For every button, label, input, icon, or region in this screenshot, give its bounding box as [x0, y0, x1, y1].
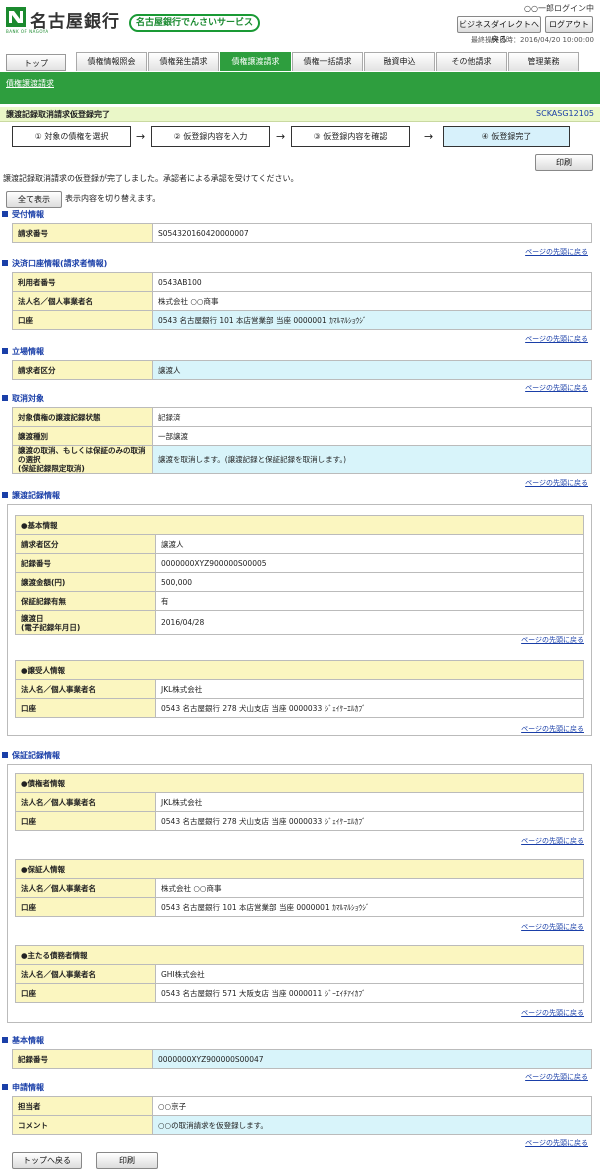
main-nav: トップ 債権情報照会 債権発生請求 債権譲渡請求 債権一括請求 融資申込 その他…: [0, 52, 600, 72]
step-arrow-icon: →: [276, 130, 286, 143]
tab-bulk[interactable]: 債権一括請求: [292, 52, 363, 71]
section-account: 決済口座情報(請求者情報): [2, 258, 107, 269]
section-transfer: 譲渡記録情報: [2, 490, 60, 501]
logout-button[interactable]: ログアウト: [545, 16, 593, 33]
section-request: 申請情報: [2, 1082, 44, 1093]
user-status: ○○一郎ログイン中: [524, 4, 594, 13]
section-cancel: 取消対象: [2, 393, 44, 404]
step-arrow-icon: →: [136, 130, 146, 143]
page-top-link[interactable]: ページの先頭に戻る: [521, 724, 584, 734]
complete-message: 譲渡記録取消請求の仮登録が完了しました。承認者による承認を受けてください。: [3, 174, 299, 183]
page-title: 譲渡記録取消請求仮登録完了: [6, 110, 110, 119]
page-top-link[interactable]: ページの先頭に戻る: [525, 383, 588, 393]
screen-id: SCKASG12105: [536, 109, 594, 118]
last-operation: 最終操作日時：2016/04/20 10:00:00: [470, 36, 594, 44]
back-top-button[interactable]: トップへ戻る: [12, 1152, 82, 1169]
service-name: 名古屋銀行でんさいサービス: [129, 14, 260, 32]
request-table: 担当者 ○○京子 コメント ○○の取消請求を仮登録します。: [12, 1096, 592, 1135]
page-top-link[interactable]: ページの先頭に戻る: [525, 1072, 588, 1082]
step-arrow-icon: →: [424, 130, 434, 143]
cancel-table: 対象債権の譲渡記録状態 記録済 譲渡種別 一部譲渡 譲渡の取消、もしくは保証のみの取…: [12, 407, 592, 474]
page-top-link[interactable]: ページの先頭に戻る: [521, 836, 584, 846]
transfer-basic-table: ●基本情報 請求者区分 譲渡人 記録番号 0000000XYZ900000S0000…: [15, 515, 584, 635]
position-table: 請求者区分 譲渡人: [12, 360, 592, 380]
sub-nav: 債権譲渡請求: [0, 72, 600, 104]
page-title-bar: 譲渡記録取消請求仮登録完了 SCKASG12105: [0, 107, 600, 122]
guarantee-creditor-table: ●債権者情報 法人名／個人事業者名 JKL株式会社 口座 0543 名古屋銀行 27…: [15, 773, 584, 831]
section-receipt: 受付情報: [2, 209, 44, 220]
business-direct-button[interactable]: ビジネスダイレクトへ戻る: [457, 16, 541, 44]
bank-name: 名古屋銀行: [30, 12, 120, 32]
page-top-link[interactable]: ページの先頭に戻る: [525, 334, 588, 344]
account-table: 利用者番号 0543AB100 法人名／個人事業者名 株式会社 ○○商事 口座 054…: [12, 272, 592, 330]
page-top-link[interactable]: ページの先頭に戻る: [521, 635, 584, 645]
show-all-button[interactable]: 全て表示: [6, 191, 62, 208]
tab-transfer[interactable]: 債権譲渡請求: [220, 52, 291, 71]
page-top-link[interactable]: ページの先頭に戻る: [521, 1008, 584, 1018]
tab-inquiry[interactable]: 債権情報照会: [76, 52, 147, 71]
bank-logo-icon: [6, 7, 26, 27]
section-guarantee: 保証記録情報: [2, 750, 60, 761]
tab-admin[interactable]: 管理業務: [508, 52, 579, 71]
guarantee-box: ●債権者情報 法人名／個人事業者名 JKL株式会社 口座 0543 名古屋銀行 27…: [7, 764, 592, 1023]
page-top-link[interactable]: ページの先頭に戻る: [521, 922, 584, 932]
tab-other[interactable]: その他請求: [436, 52, 507, 71]
print-button-bottom[interactable]: 印刷: [96, 1152, 158, 1169]
transfer-receiver-table: ●譲受人情報 法人名／個人事業者名 JKL株式会社 口座 0543 名古屋銀行 27…: [15, 660, 584, 718]
step-1: ① 対象の債権を選択: [12, 126, 131, 147]
page-top-link[interactable]: ページの先頭に戻る: [525, 478, 588, 488]
top-tab[interactable]: トップ: [6, 54, 66, 71]
step-4: ④ 仮登録完了: [443, 126, 570, 147]
guarantee-main-table: ●主たる債務者情報 法人名／個人事業者名 GHI株式会社 口座 0543 名古屋銀行…: [15, 945, 584, 1003]
tab-issue[interactable]: 債権発生請求: [148, 52, 219, 71]
header: BANK OF NAGOYA 名古屋銀行 名古屋銀行でんさいサービス ○○一郎ロ…: [0, 0, 600, 44]
print-button[interactable]: 印刷: [535, 154, 593, 171]
page-top-link[interactable]: ページの先頭に戻る: [525, 1138, 588, 1148]
receipt-table: 請求番号 S054320160420000007: [12, 223, 592, 243]
toggle-text: 表示内容を切り替えます。: [65, 194, 161, 203]
sub-nav-link[interactable]: 債権譲渡請求: [6, 78, 54, 89]
tab-financing[interactable]: 融資申込: [364, 52, 435, 71]
page-top-link[interactable]: ページの先頭に戻る: [525, 247, 588, 257]
section-basic: 基本情報: [2, 1035, 44, 1046]
guarantee-guarantor-table: ●保証人情報 法人名／個人事業者名 株式会社 ○○商事 口座 0543 名古屋銀行 …: [15, 859, 584, 917]
section-position: 立場情報: [2, 346, 44, 357]
transfer-box: ●基本情報 請求者区分 譲渡人 記録番号 0000000XYZ900000S0000…: [7, 504, 592, 736]
basic-table: 記録番号 0000000XYZ900000S00047: [12, 1049, 592, 1069]
step-3: ③ 仮登録内容を確認: [291, 126, 410, 147]
step-2: ② 仮登録内容を入力: [151, 126, 270, 147]
